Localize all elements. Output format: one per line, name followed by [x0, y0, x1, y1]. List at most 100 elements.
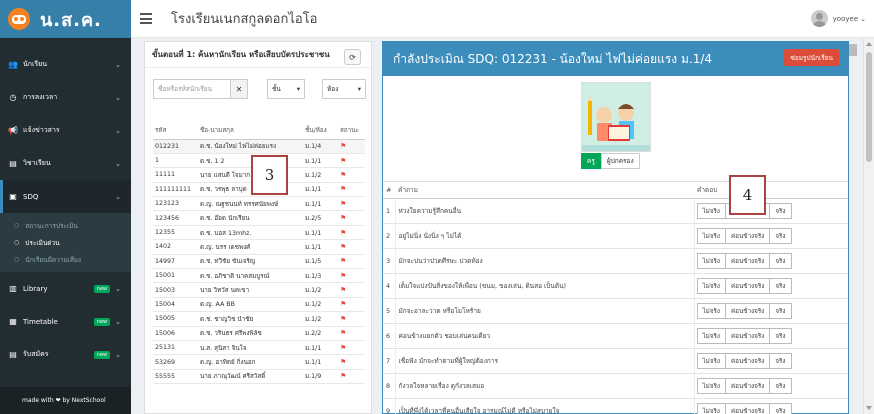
tab-teacher[interactable]: ครู — [581, 153, 601, 169]
scroll-thumb[interactable] — [866, 52, 872, 162]
question-row: 8 กังวลใจหลายเรื่อง ดูกังวลเสมอ ไม่จริง ค่อ… — [383, 373, 848, 399]
scroll-up-icon[interactable] — [866, 42, 872, 46]
answer-somewhat-true-button[interactable]: ค่อนข้างจริง — [724, 378, 771, 394]
table-row[interactable]: 15005 ด.ช. ชาญวิช นำชัย ม.1/2 ⚑ — [153, 311, 365, 327]
answer-true-button[interactable]: จริง — [769, 328, 792, 344]
caret-down-icon: ▾ — [296, 85, 300, 93]
chevron-down-icon: ⌄ — [115, 350, 121, 359]
answer-button-group: ไม่จริงค่อนข้างจริงจริง — [696, 303, 849, 319]
table-row[interactable]: 12355 ด.ช. บอส 13mhz. ม.1/1 ⚑ — [153, 225, 365, 241]
answer-somewhat-true-button[interactable]: ค่อนข้างจริง — [724, 328, 771, 344]
answer-not-true-button[interactable]: ไม่จริง — [696, 328, 726, 344]
answer-true-button[interactable]: จริง — [769, 228, 792, 244]
student-id-cell: 11111 — [153, 167, 198, 183]
student-id-cell: 15005 — [153, 311, 198, 327]
answer-somewhat-true-button[interactable]: ค่อนข้างจริง — [724, 228, 771, 244]
answer-somewhat-true-button[interactable]: ค่อนข้างจริง — [724, 303, 771, 319]
room-select[interactable]: ห้อง ▾ — [322, 79, 366, 99]
clear-search-button[interactable]: ✕ — [231, 79, 248, 99]
gear-icon[interactable] — [849, 44, 857, 56]
answer-not-true-button[interactable]: ไม่จริง — [696, 378, 726, 394]
sidebar-item-sdq[interactable]: ▣ SDQ ⌄ — [0, 180, 131, 213]
table-row[interactable]: 25131 น.ส. สุนิสา จินใจ ม.1/1 ⚑ — [153, 340, 365, 356]
question-text: มักจะบ่นว่าปวดศีรษะ ปวดท้อง — [395, 248, 695, 274]
sidebar-item-label: Library — [23, 284, 48, 293]
room-select-value: ห้อง — [327, 85, 339, 93]
library-icon: ▥ — [9, 284, 17, 293]
page-scrollbar[interactable] — [863, 38, 874, 414]
chevron-down-icon: ⌄ — [115, 126, 121, 135]
chevron-down-icon: ⌄ — [115, 192, 121, 201]
table-row[interactable]: 1402 ด.ญ. นรร เดชพงศ์ ม.1/1 ⚑ — [153, 239, 365, 255]
flag-icon: ⚑ — [338, 369, 365, 385]
answer-not-true-button[interactable]: ไม่จริง — [696, 353, 726, 369]
brand[interactable]: น.ส.ค. — [0, 0, 131, 38]
sidebar-item-students[interactable]: 👥 นักเรียน ⌄ — [0, 48, 131, 81]
class-cell: ม.1/1 — [303, 153, 338, 169]
search-input[interactable]: ชื่อหรือรหัสนักเรียน — [153, 79, 231, 99]
student-id-cell: 15001 — [153, 268, 198, 284]
tab-parent[interactable]: ผู้ปกครอง — [600, 153, 640, 169]
question-table: # คำถาม คำตอบ 1 ห่วงใยความรู้สึกคนอื่น ไม่… — [383, 181, 848, 414]
circle-icon: ○ — [14, 222, 20, 229]
answer-true-button[interactable]: จริง — [769, 403, 792, 414]
question-number: 4 — [383, 273, 396, 299]
chevron-down-icon: ⌄ — [115, 60, 121, 69]
sidebar-item-library[interactable]: ▥ Library new ⌄ — [0, 272, 131, 305]
grade-select[interactable]: ชั้น ▾ — [267, 79, 305, 99]
answer-somewhat-true-button[interactable]: ค่อนข้างจริง — [724, 278, 771, 294]
col-header[interactable]: ชื่อ-นามสกุล — [198, 122, 303, 140]
table-row[interactable]: 15004 ด.ญ. AA BB ม.1/2 ⚑ — [153, 297, 365, 313]
refresh-button[interactable]: ⟳ — [344, 49, 361, 65]
answer-not-true-button[interactable]: ไม่จริง — [696, 228, 726, 244]
answer-true-button[interactable]: จริง — [769, 378, 792, 394]
answer-somewhat-true-button[interactable]: ค่อนข้างจริง — [724, 353, 771, 369]
answer-not-true-button[interactable]: ไม่จริง — [696, 203, 726, 219]
answer-not-true-button[interactable]: ไม่จริง — [696, 303, 726, 319]
table-row[interactable]: 55555 นาย ภาณุวัฒน์ ศรีสวัสดิ์ ม.1/9 ⚑ — [153, 369, 365, 385]
sub-item-quick-assess[interactable]: ○ ประเมินด่วน — [0, 234, 131, 251]
table-row[interactable]: 14997 ด.ช. ทวีชัย ขันเจริญ ม.1/5 ⚑ — [153, 254, 365, 270]
sidebar-item-attendance[interactable]: ◷ การลงเวลา ⌄ — [0, 81, 131, 114]
answer-somewhat-true-button[interactable]: ค่อนข้างจริง — [724, 403, 771, 414]
col-header[interactable]: ชั้น/ห้อง — [303, 122, 338, 140]
answer-not-true-button[interactable]: ไม่จริง — [696, 278, 726, 294]
sidebar-item-subjects[interactable]: ▤ วิชาเรียน ⌄ — [0, 147, 131, 180]
answer-true-button[interactable]: จริง — [769, 303, 792, 319]
sidebar-item-label: การลงเวลา — [23, 93, 58, 101]
col-header[interactable]: สถานะ — [338, 122, 365, 140]
table-row[interactable]: 012231 ด.ช. น้องใหม่ ไฟไม่ค่อยแรง ม.1/4 ⚑ — [153, 139, 365, 154]
col-header[interactable]: รหัส — [153, 122, 198, 140]
panel-title: กำลังประเมิณ SDQ: 012231 - น้องใหม่ ไฟไม… — [383, 42, 848, 76]
answer-true-button[interactable]: จริง — [769, 203, 792, 219]
close-icon: ✕ — [235, 84, 243, 94]
flag-icon: ⚑ — [338, 210, 365, 226]
answer-true-button[interactable]: จริง — [769, 253, 792, 269]
sub-item-status[interactable]: ○ สถานะการประเมิน — [0, 217, 131, 234]
class-cell: ม.1/1 — [303, 354, 338, 370]
sub-item-at-risk[interactable]: ○ นักเรียนมีความเสี่ยง — [0, 251, 131, 268]
table-row[interactable]: 15003 นาย วิทวัส นคเขา ม.1/2 ⚑ — [153, 282, 365, 298]
hamburger-menu-icon[interactable] — [140, 13, 152, 24]
answer-not-true-button[interactable]: ไม่จริง — [696, 403, 726, 414]
student-name-cell: ด.ช. น้องใหม่ ไฟไม่ค่อยแรง — [198, 139, 303, 154]
table-row[interactable]: 53269 ด.ญ. อาทิตย์ กิ่งนอก ม.1/1 ⚑ — [153, 354, 365, 370]
sidebar-item-announcements[interactable]: 📢 แจ้งข่าวสาร ⌄ — [0, 114, 131, 147]
question-number: 7 — [383, 348, 396, 374]
repair-photo-button[interactable]: ซ่อมรูปนักเรียน — [784, 49, 839, 66]
table-row[interactable]: 123456 ด.ช. อ๊อด นักเรียน ม.2/5 ⚑ — [153, 210, 365, 226]
sidebar-item-admission[interactable]: ▤ รับสมัคร new ⌄ — [0, 338, 131, 371]
answer-somewhat-true-button[interactable]: ค่อนข้างจริง — [724, 253, 771, 269]
scroll-down-icon[interactable] — [866, 406, 872, 410]
answer-true-button[interactable]: จริง — [769, 278, 792, 294]
table-row[interactable]: 15006 ด.ช. วรินธร ศรีพงพิลัช ม.2/2 ⚑ — [153, 326, 365, 341]
sidebar-item-timetable[interactable]: ▦ Timetable new ⌄ — [0, 305, 131, 338]
table-row[interactable]: 123123 ด.ญ. ณฐชนนท์ ทรรศนัยพงษ์ ม.1/1 ⚑ — [153, 196, 365, 212]
user-menu[interactable]: yooyee ⌄ — [810, 10, 866, 27]
answer-not-true-button[interactable]: ไม่จริง — [696, 253, 726, 269]
table-row[interactable]: 15001 ด.ช. อภิชาติ นาคสมบูรณ์ ม.1/3 ⚑ — [153, 268, 365, 284]
flag-icon: ⚑ — [338, 153, 365, 169]
answer-true-button[interactable]: จริง — [769, 353, 792, 369]
question-row: 9 เป็นที่พึ่งได้เวลาที่คนอื่นเสียใจ อารมณ… — [383, 398, 848, 414]
student-name-cell: นาย ภาณุวัฒน์ ศรีสวัสดิ์ — [198, 369, 303, 385]
